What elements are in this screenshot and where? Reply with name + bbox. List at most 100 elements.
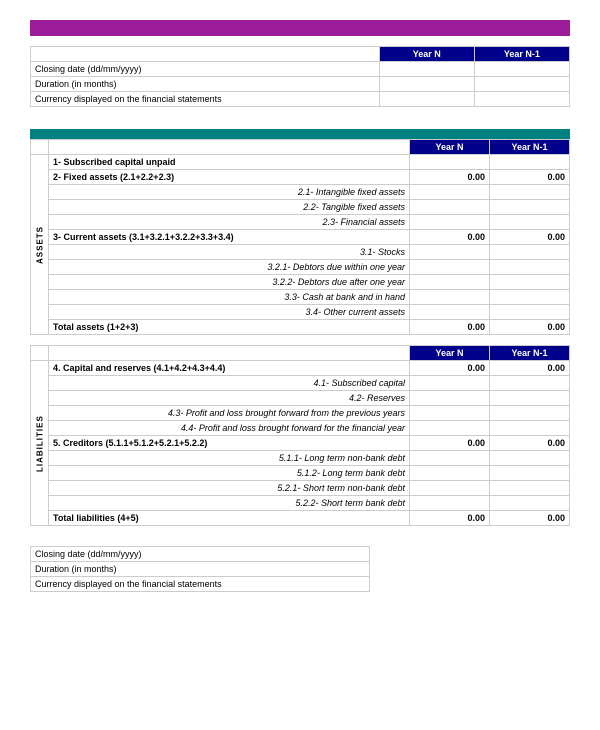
assets-year-n-value [410,275,490,290]
assets-row: 3.2.2- Debtors due after one year [31,275,570,290]
liabilities-year-n-value [410,481,490,496]
liabilities-row-label: Total liabilities (4+5) [49,511,410,526]
assets-table: Year N Year N-1 ASSETS 1- Subscribed cap… [30,139,570,335]
main-title [30,20,570,36]
assets-year-n1-value [490,275,570,290]
top-info-year-n1 [474,92,569,107]
liabilities-row-label: 5.1.1- Long term non-bank debt [49,451,410,466]
top-info-year-n1 [474,62,569,77]
assets-year-n1-value [490,200,570,215]
liabilities-year-n-value: 0.00 [410,361,490,376]
bottom-info-table: Closing date (dd/mm/yyyy)Duration (in mo… [30,546,370,592]
liabilities-year-n-value: 0.00 [410,511,490,526]
assets-year-n-value [410,200,490,215]
assets-row: 3.4- Other current assets [31,305,570,320]
liabilities-row: LIABILITIES 4. Capital and reserves (4.1… [31,361,570,376]
liabilities-year-n-value [410,496,490,511]
assets-year-n-value [410,245,490,260]
liabilities-row-label: 4. Capital and reserves (4.1+4.2+4.3+4.4… [49,361,410,376]
liabilities-year-n-value [410,451,490,466]
liabilities-row-label: 5. Creditors (5.1.1+5.1.2+5.2.1+5.2.2) [49,436,410,451]
liabilities-year-n1-value: 0.00 [490,361,570,376]
liabilities-year-n-value: 0.00 [410,436,490,451]
assets-row-label: 3.2.2- Debtors due after one year [49,275,410,290]
top-info-label: Currency displayed on the financial stat… [31,92,380,107]
liabilities-year-n1-value [490,391,570,406]
assets-year-n1-value [490,215,570,230]
top-info-year-n [379,62,474,77]
liabilities-row: 4.1- Subscribed capital [31,376,570,391]
assets-row: 2.3- Financial assets [31,215,570,230]
liabilities-year-n1-value [490,451,570,466]
liabilities-row-label: 4.3- Profit and loss brought forward fro… [49,406,410,421]
bottom-info-row: Duration (in months) [31,562,370,577]
assets-year-n-value: 0.00 [410,230,490,245]
liabilities-year-n1-value [490,466,570,481]
liabilities-year-n1-value [490,496,570,511]
assets-year-n-header: Year N [410,140,490,155]
liabilities-year-n1-value [490,481,570,496]
assets-row-label: 2.1- Intangible fixed assets [49,185,410,200]
liabilities-year-n1-value: 0.00 [490,436,570,451]
liabilities-row-label: 4.1- Subscribed capital [49,376,410,391]
bottom-info-row: Closing date (dd/mm/yyyy) [31,547,370,562]
assets-row-label: 3.4- Other current assets [49,305,410,320]
top-info-table: Year N Year N-1 Closing date (dd/mm/yyyy… [30,46,570,107]
top-info-year-n [379,77,474,92]
liabilities-row: 4.4- Profit and loss brought forward for… [31,421,570,436]
accounting-section-header [30,129,570,139]
liabilities-year-n1-value: 0.00 [490,511,570,526]
assets-year-n-value [410,155,490,170]
liabilities-year-n1-header: Year N-1 [490,346,570,361]
top-info-row: Currency displayed on the financial stat… [31,92,570,107]
liabilities-year-n-value [410,376,490,391]
year-n1-header: Year N-1 [474,47,569,62]
liabilities-year-n-value [410,391,490,406]
assets-year-n1-value: 0.00 [490,170,570,185]
liabilities-row: 4.2- Reserves [31,391,570,406]
assets-year-n-value [410,305,490,320]
assets-row-label: 3- Current assets (3.1+3.2.1+3.2.2+3.3+3… [49,230,410,245]
top-info-label: Duration (in months) [31,77,380,92]
assets-row-label: 3.3- Cash at bank and in hand [49,290,410,305]
liabilities-row-label: 4.2- Reserves [49,391,410,406]
assets-row: 2- Fixed assets (2.1+2.2+2.3) 0.00 0.00 [31,170,570,185]
assets-row-label: 2.2- Tangible fixed assets [49,200,410,215]
bottom-info-row: Currency displayed on the financial stat… [31,577,370,592]
liabilities-year-n-value [410,421,490,436]
liabilities-year-n1-value [490,421,570,436]
liabilities-row: 4.3- Profit and loss brought forward fro… [31,406,570,421]
liabilities-year-n-header: Year N [410,346,490,361]
liabilities-row-label: 5.2.1- Short term non-bank debt [49,481,410,496]
liabilities-row: Total liabilities (4+5) 0.00 0.00 [31,511,570,526]
liabilities-row: 5.1.2- Long term bank debt [31,466,570,481]
assets-year-n1-value: 0.00 [490,230,570,245]
assets-row-label: 2- Fixed assets (2.1+2.2+2.3) [49,170,410,185]
assets-row: 3- Current assets (3.1+3.2.1+3.2.2+3.3+3… [31,230,570,245]
top-info-year-n1 [474,77,569,92]
assets-row: 2.2- Tangible fixed assets [31,200,570,215]
assets-year-n1-header: Year N-1 [490,140,570,155]
top-info-year-n [379,92,474,107]
assets-row: 2.1- Intangible fixed assets [31,185,570,200]
assets-year-n1-value [490,155,570,170]
assets-year-n1-value [490,185,570,200]
assets-row-label: Total assets (1+2+3) [49,320,410,335]
liabilities-row: 5.1.1- Long term non-bank debt [31,451,570,466]
top-info-row: Duration (in months) [31,77,570,92]
assets-year-n1-value [490,245,570,260]
liabilities-year-n-value [410,406,490,421]
bottom-info-label: Duration (in months) [31,562,370,577]
liabilities-row-label: 4.4- Profit and loss brought forward for… [49,421,410,436]
liabilities-year-n-value [410,466,490,481]
assets-year-n-value [410,290,490,305]
liabilities-row: 5.2.2- Short term bank debt [31,496,570,511]
top-info-row: Closing date (dd/mm/yyyy) [31,62,570,77]
assets-year-n-value [410,260,490,275]
liabilities-side-label: LIABILITIES [31,361,49,526]
liabilities-row: 5.2.1- Short term non-bank debt [31,481,570,496]
liabilities-row-label: 5.2.2- Short term bank debt [49,496,410,511]
bottom-info-label: Currency displayed on the financial stat… [31,577,370,592]
assets-year-n-value: 0.00 [410,320,490,335]
assets-row: 3.3- Cash at bank and in hand [31,290,570,305]
